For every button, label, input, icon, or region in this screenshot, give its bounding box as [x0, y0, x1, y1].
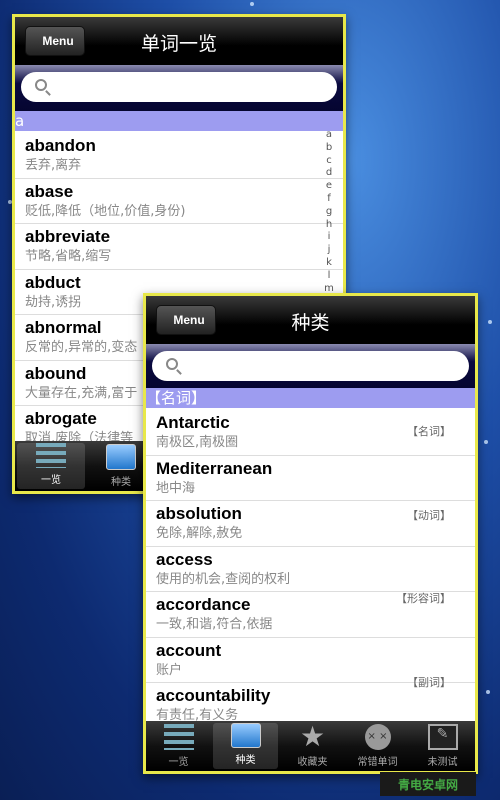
search-input[interactable]	[152, 351, 469, 381]
nav-bar: Menu 单词一览	[15, 17, 343, 65]
word-text: abduct	[25, 272, 81, 292]
page-title: 种类	[291, 312, 330, 334]
nav-bar: Menu 种类	[146, 296, 475, 344]
list-item[interactable]: abase 贬低,降低（地位,价值,身份)	[15, 179, 343, 224]
index-letter[interactable]: j	[323, 244, 335, 257]
tab-3[interactable]: × × 常错单词	[345, 721, 410, 771]
word-text: Mediterranean	[156, 458, 273, 478]
list-item[interactable]: access 使用的机会,查阅的权利	[146, 547, 475, 592]
search-input[interactable]	[21, 72, 337, 102]
cards-icon	[106, 444, 136, 470]
tab-label: 一览	[41, 475, 61, 486]
index-letter[interactable]: l	[323, 270, 335, 283]
star-decoration	[484, 440, 488, 444]
cards-icon	[230, 723, 261, 748]
meaning-text: 一致,和谐,符合,依据	[156, 617, 273, 632]
meaning-text: 地中海	[156, 480, 196, 496]
word-text: abase	[25, 181, 74, 201]
tab-label: 未测试	[427, 757, 458, 768]
tab-label: 一览	[168, 757, 189, 768]
tab-4[interactable]: ✎ 未测试	[410, 721, 475, 771]
page-title: 单词一览	[140, 33, 217, 55]
tab-label: 种类	[235, 755, 256, 766]
meaning-text: 贬低,降低（地位,价值,身份)	[25, 203, 186, 219]
word-text: account	[156, 640, 222, 660]
pos-tag: 【动词】	[407, 509, 451, 522]
tab-bar: 一览 种类 ★ 收藏夹 × × 常错单词 ✎ 未测试	[146, 721, 475, 771]
index-letter[interactable]: a	[323, 129, 335, 142]
list-icon	[163, 724, 194, 750]
watermark-logo: 青电安卓网	[380, 772, 476, 796]
index-letter[interactable]: e	[323, 180, 335, 193]
index-letter[interactable]: f	[323, 193, 335, 206]
search-bar	[15, 65, 343, 111]
index-letter[interactable]: b	[323, 142, 335, 155]
tab-label: 种类	[111, 477, 131, 488]
index-letter[interactable]: k	[323, 257, 335, 270]
list-item[interactable]: abandon 丢弃,离弃	[15, 133, 343, 179]
star-decoration	[250, 2, 254, 6]
pos-tag: 【形容词】	[396, 592, 451, 605]
search-icon	[166, 358, 178, 370]
word-text: abbreviate	[25, 227, 111, 246]
word-text: access	[156, 549, 213, 569]
alphabet-index[interactable]: abcdefghijklm	[323, 129, 335, 295]
search-bar	[146, 344, 475, 388]
tab-0[interactable]: 一览	[146, 721, 211, 771]
section-header: a	[15, 111, 343, 131]
tab-label: 常错单词	[357, 757, 398, 768]
tab-0[interactable]: 一览	[17, 443, 85, 489]
list-icon	[36, 443, 66, 468]
index-letter[interactable]: g	[323, 206, 335, 219]
meaning-text: 免除,解除,赦免	[156, 526, 243, 541]
search-icon	[35, 79, 47, 91]
pos-tag: 【名词】	[407, 425, 451, 438]
star-icon: ★	[299, 720, 326, 753]
sad-face-icon: × ×	[364, 724, 391, 750]
list-item[interactable]: Mediterranean 地中海	[146, 456, 475, 501]
index-letter[interactable]: i	[323, 231, 335, 244]
meaning-text: 丢弃,离弃	[25, 158, 82, 173]
tab-bar: 一览 种类	[15, 441, 155, 491]
star-decoration	[486, 690, 490, 694]
test-icon: ✎	[427, 724, 458, 750]
list-item[interactable]: abbreviate 节略,省略,缩写	[15, 224, 343, 270]
meaning-text: 节略,省略,缩写	[25, 249, 112, 264]
word-text: abandon	[25, 136, 96, 155]
index-letter[interactable]: c	[323, 155, 335, 168]
index-letter[interactable]: h	[323, 219, 335, 232]
tab-label: 收藏夹	[297, 757, 328, 768]
meaning-text: 使用的机会,查阅的权利	[156, 571, 291, 587]
section-header: 【名词】	[146, 388, 475, 408]
index-letter[interactable]: d	[323, 167, 335, 180]
star-decoration	[488, 320, 492, 324]
category-window: Menu 种类 【名词】 Antarctic 南极区,南极圈 Mediterrane…	[143, 293, 478, 774]
tab-1[interactable]: 种类	[213, 723, 278, 769]
pos-tag: 【副词】	[407, 676, 451, 689]
tab-2[interactable]: ★ 收藏夹	[280, 721, 345, 771]
